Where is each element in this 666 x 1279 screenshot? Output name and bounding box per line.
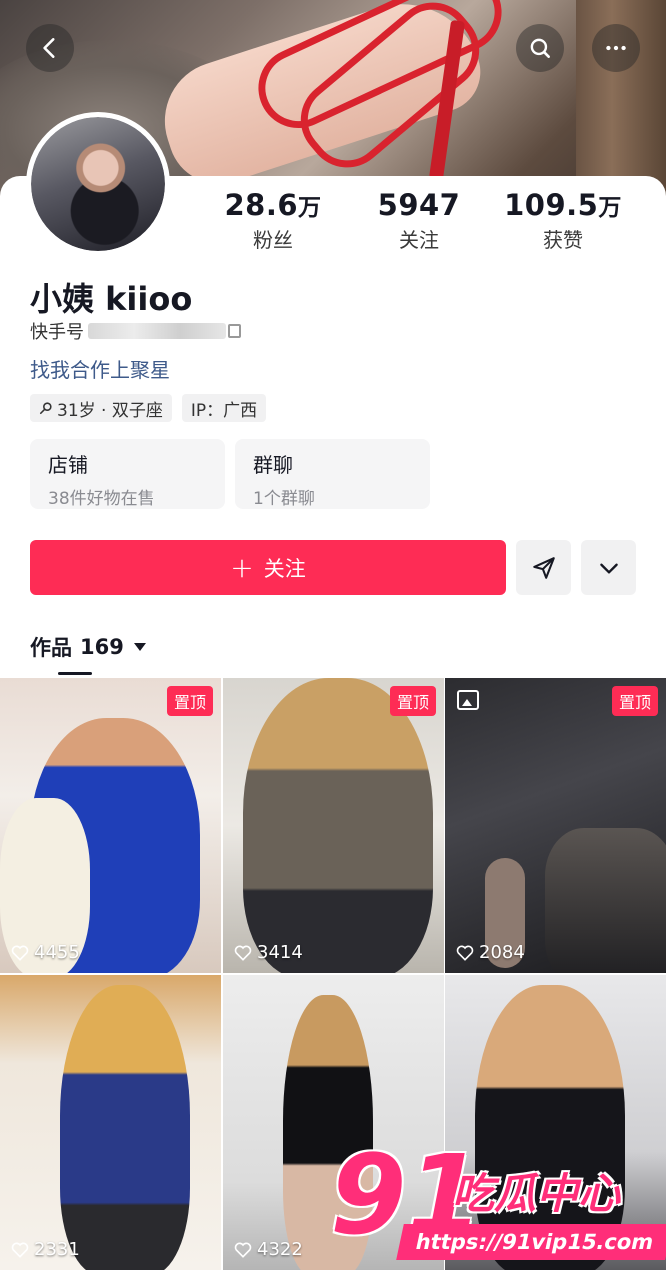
like-count: 4322: [233, 1239, 303, 1260]
tag-age-text: 31岁 · 双子座: [57, 400, 163, 421]
share-button[interactable]: [516, 540, 571, 595]
work-item[interactable]: 2331: [0, 975, 221, 1270]
works-count: 169: [80, 635, 124, 659]
work-item[interactable]: 置顶 2084: [445, 678, 666, 973]
watermark-url: https://91vip15.com: [396, 1224, 666, 1260]
more-options-button[interactable]: [581, 540, 636, 595]
watermark: 91 吃瓜中心 https://91vip15.com: [330, 1140, 666, 1265]
heart-icon: [234, 1242, 252, 1258]
tab-works[interactable]: 作品 169: [30, 632, 146, 662]
image-post-icon: [457, 690, 479, 710]
like-count-value: 4455: [34, 942, 80, 963]
search-small-icon: [39, 402, 52, 415]
pinned-badge: 置顶: [611, 686, 658, 716]
work-item[interactable]: 置顶 3414: [223, 678, 444, 973]
like-count: 4455: [10, 942, 80, 963]
stat-following-number: 5947: [377, 188, 461, 222]
avatar[interactable]: [26, 112, 170, 256]
stat-fans-number: 28.6: [224, 188, 299, 222]
follow-button[interactable]: + 关注: [30, 540, 506, 595]
group-chat-title: 群聊: [253, 453, 293, 477]
kuaishou-id-redacted: [88, 323, 226, 339]
shop-box[interactable]: 店铺 38件好物在售: [30, 439, 225, 509]
heart-icon: [11, 1242, 29, 1258]
back-arrow-icon: [43, 38, 55, 58]
more-button[interactable]: [592, 24, 640, 72]
heart-icon: [456, 945, 474, 961]
tag-ip: IP：广西: [181, 394, 267, 422]
stat-likes-number: 109.5: [504, 188, 599, 222]
kuaishou-id[interactable]: 快手号: [30, 318, 241, 344]
group-chat-subtitle: 1个群聊: [253, 489, 315, 509]
like-count-value: 4322: [257, 1239, 303, 1260]
heart-icon: [234, 945, 252, 961]
pinned-badge: 置顶: [389, 686, 436, 716]
tag-ip-text: IP：广西: [190, 400, 258, 421]
tag-age: 31岁 · 双子座: [30, 394, 172, 422]
profile-name: 小姨 kiioo: [30, 280, 193, 318]
pinned-badge: 置顶: [166, 686, 213, 716]
search-button[interactable]: [516, 24, 564, 72]
more-dots-icon: [606, 45, 626, 51]
follow-label: 关注: [263, 556, 306, 581]
stat-following[interactable]: 5947 关注: [344, 188, 494, 253]
chevron-down-icon: [599, 563, 618, 574]
work-item[interactable]: 置顶 4455: [0, 678, 221, 973]
watermark-text: 吃瓜中心: [452, 1169, 621, 1218]
send-icon: [532, 556, 555, 579]
like-count-value: 3414: [257, 942, 303, 963]
stat-fans[interactable]: 28.6万 粉丝: [198, 188, 348, 253]
works-label: 作品: [30, 636, 72, 660]
stat-fans-label: 粉丝: [253, 228, 293, 252]
tab-underline: [58, 672, 92, 675]
like-count-value: 2331: [34, 1239, 80, 1260]
stat-following-label: 关注: [399, 228, 439, 252]
feature-boxes: 店铺 38件好物在售 群聊 1个群聊: [30, 439, 430, 509]
like-count: 3414: [233, 942, 303, 963]
heart-icon: [11, 945, 29, 961]
shop-subtitle: 38件好物在售: [48, 489, 155, 509]
caret-down-icon: [133, 643, 146, 651]
search-icon: [530, 38, 550, 58]
profile-tags: 31岁 · 双子座 IP：广西: [30, 394, 267, 422]
stat-likes[interactable]: 109.5万 获赞: [488, 188, 638, 253]
stat-likes-label: 获赞: [543, 228, 583, 252]
like-count: 2331: [10, 1239, 80, 1260]
back-button[interactable]: [26, 24, 74, 72]
group-chat-box[interactable]: 群聊 1个群聊: [235, 439, 430, 509]
copy-icon[interactable]: [228, 324, 241, 338]
shop-title: 店铺: [48, 453, 88, 477]
like-count: 2084: [455, 942, 525, 963]
stat-likes-unit: 万: [598, 195, 622, 221]
like-count-value: 2084: [479, 942, 525, 963]
stat-fans-unit: 万: [298, 195, 322, 221]
cooperation-link[interactable]: 找我合作上聚星: [30, 354, 170, 383]
plus-icon: +: [230, 550, 254, 584]
kuaishou-id-label: 快手号: [30, 322, 84, 343]
